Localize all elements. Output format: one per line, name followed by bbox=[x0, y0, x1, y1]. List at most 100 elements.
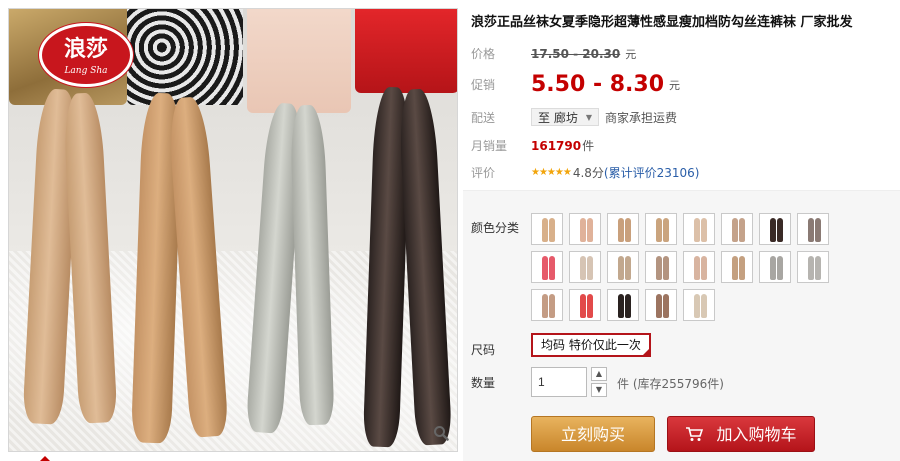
swatch-leg bbox=[739, 218, 745, 242]
shipping-row: 配送 至 廊坊 ▼ 商家承担运费 bbox=[471, 108, 677, 126]
size-option-label: 均码 特价仅此一次 bbox=[541, 338, 641, 352]
size-label: 尺码 bbox=[471, 343, 496, 357]
magnifier-icon[interactable] bbox=[431, 425, 451, 445]
skirt-pink bbox=[247, 9, 351, 113]
color-swatch[interactable] bbox=[607, 289, 639, 321]
color-swatch[interactable] bbox=[569, 213, 601, 245]
buy-now-button[interactable]: 立刻购买 bbox=[531, 416, 655, 452]
swatch-leg bbox=[587, 256, 593, 280]
swatch-leg bbox=[739, 256, 745, 280]
brand-logo-cn: 浪莎 bbox=[63, 36, 108, 62]
swatch-leg bbox=[625, 294, 631, 318]
swatch-leg bbox=[815, 256, 821, 280]
color-swatch[interactable] bbox=[797, 213, 829, 245]
swatch-leg bbox=[808, 256, 814, 280]
swatch-leg bbox=[663, 218, 669, 242]
destination-value: 至 廊坊 bbox=[538, 110, 578, 125]
swatch-leg bbox=[618, 294, 624, 318]
original-price: 17.50 - 20.30 bbox=[531, 46, 621, 61]
color-swatch[interactable] bbox=[721, 213, 753, 245]
price-label: 价格 bbox=[471, 47, 496, 61]
price-unit: 元 bbox=[625, 47, 637, 61]
swatch-leg bbox=[732, 218, 738, 242]
cart-icon bbox=[685, 417, 704, 453]
sales-unit: 件 bbox=[582, 139, 595, 153]
swatch-leg bbox=[732, 256, 738, 280]
promo-unit: 元 bbox=[669, 78, 681, 92]
swatch-leg bbox=[663, 256, 669, 280]
rating-score: 4.8分 bbox=[572, 166, 604, 180]
swatch-leg bbox=[694, 294, 700, 318]
sales-label: 月销量 bbox=[471, 139, 508, 153]
color-swatch[interactable] bbox=[531, 289, 563, 321]
color-swatch[interactable] bbox=[531, 251, 563, 283]
swatch-leg bbox=[656, 218, 662, 242]
swatch-leg bbox=[770, 256, 776, 280]
color-swatch[interactable] bbox=[645, 213, 677, 245]
options-panel: 颜色分类 尺码 均码 特价仅此一次 数量 ▲ ▼ 件 (库存255796件) 立… bbox=[463, 190, 900, 461]
color-swatch[interactable] bbox=[759, 213, 791, 245]
swatch-leg bbox=[694, 256, 700, 280]
color-swatch[interactable] bbox=[531, 213, 563, 245]
color-swatch[interactable] bbox=[569, 289, 601, 321]
promo-label: 促销 bbox=[471, 78, 496, 92]
swatch-leg bbox=[663, 294, 669, 318]
swatch-leg bbox=[656, 256, 662, 280]
swatch-leg bbox=[618, 218, 624, 242]
swatch-leg bbox=[815, 218, 821, 242]
quantity-input[interactable] bbox=[531, 367, 587, 397]
color-swatch[interactable] bbox=[797, 251, 829, 283]
swatch-leg bbox=[542, 294, 548, 318]
quantity-label: 数量 bbox=[471, 376, 496, 390]
skirt-pattern bbox=[127, 9, 243, 105]
selected-tick-icon bbox=[640, 347, 651, 357]
add-to-cart-button[interactable]: 加入购物车 bbox=[667, 416, 815, 452]
swatch-leg bbox=[542, 256, 548, 280]
color-swatch[interactable] bbox=[607, 213, 639, 245]
shipping-note: 商家承担运费 bbox=[604, 110, 677, 125]
swatch-leg bbox=[542, 218, 548, 242]
skirt-red bbox=[355, 9, 457, 93]
swatch-leg bbox=[777, 218, 783, 242]
swatch-leg bbox=[770, 218, 776, 242]
color-swatch[interactable] bbox=[645, 289, 677, 321]
monthly-sales: 161790 bbox=[531, 138, 582, 153]
swatch-leg bbox=[656, 294, 662, 318]
brand-logo-en: Lang Sha bbox=[64, 66, 108, 76]
swatch-leg bbox=[694, 218, 700, 242]
color-swatch[interactable] bbox=[645, 251, 677, 283]
color-swatch[interactable] bbox=[569, 251, 601, 283]
product-info: 浪莎正品丝袜女夏季隐形超薄性感显瘦加档防勾丝连裤袜 厂家批发 价格 17.50 … bbox=[463, 0, 900, 461]
size-option[interactable]: 均码 特价仅此一次 bbox=[531, 333, 651, 357]
color-swatch[interactable] bbox=[759, 251, 791, 283]
caret-down-icon: ▼ bbox=[585, 112, 592, 122]
swatch-leg bbox=[580, 294, 586, 318]
quantity-increase-button[interactable]: ▲ bbox=[591, 367, 607, 381]
review-count-link[interactable]: (累计评价23106) bbox=[604, 164, 700, 181]
destination-select[interactable]: 至 廊坊 ▼ bbox=[531, 108, 599, 126]
add-to-cart-label: 加入购物车 bbox=[716, 425, 797, 444]
color-swatch[interactable] bbox=[607, 251, 639, 283]
color-swatch[interactable] bbox=[683, 213, 715, 245]
product-main-image[interactable]: 浪莎 Lang Sha bbox=[8, 8, 458, 452]
swatch-leg bbox=[625, 218, 631, 242]
swatch-leg bbox=[808, 218, 814, 242]
color-swatch[interactable] bbox=[683, 251, 715, 283]
price-row: 价格 17.50 - 20.30 元 bbox=[471, 45, 636, 62]
color-swatch[interactable] bbox=[721, 251, 753, 283]
promo-row: 促销 5.50 - 8.30 元 bbox=[471, 72, 680, 97]
swatch-leg bbox=[587, 294, 593, 318]
swatch-leg bbox=[549, 294, 555, 318]
swatch-leg bbox=[618, 256, 624, 280]
rating-label: 评价 bbox=[471, 166, 496, 180]
shipping-label: 配送 bbox=[471, 110, 496, 125]
color-swatch[interactable] bbox=[683, 289, 715, 321]
swatch-leg bbox=[549, 256, 555, 280]
color-label: 颜色分类 bbox=[471, 221, 520, 235]
quantity-decrease-button[interactable]: ▼ bbox=[591, 383, 607, 397]
swatch-leg bbox=[701, 218, 707, 242]
swatch-leg bbox=[701, 294, 707, 318]
swatch-leg bbox=[701, 256, 707, 280]
brand-logo: 浪莎 Lang Sha bbox=[39, 23, 133, 87]
sales-row: 月销量 161790 件 bbox=[471, 137, 594, 154]
